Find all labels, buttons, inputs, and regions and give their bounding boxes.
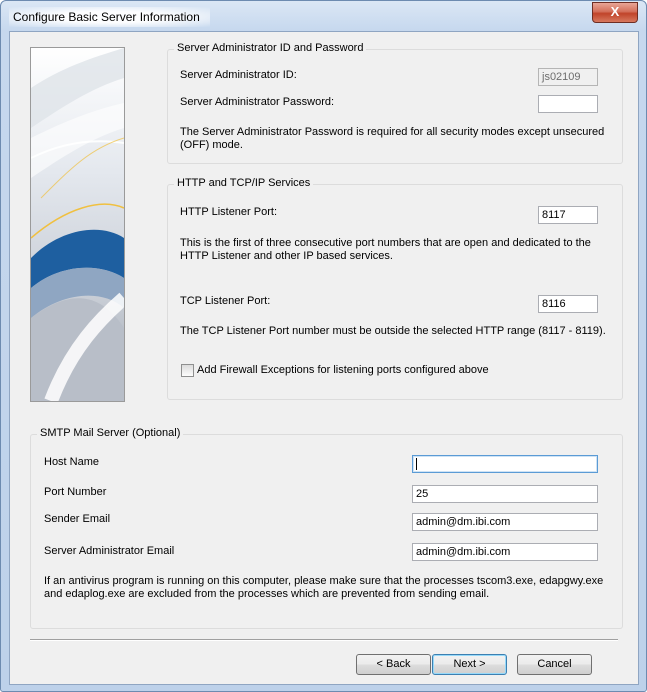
port-number-field[interactable]: 25	[412, 485, 598, 503]
next-button[interactable]: Next >	[432, 654, 507, 675]
admin-id-field[interactable]: js02109	[538, 68, 598, 86]
http-tcp-services-group: HTTP and TCP/IP Services HTTP Listener P…	[167, 177, 623, 400]
admin-password-field[interactable]	[538, 95, 598, 113]
http-port-note: This is the first of three consecutive p…	[180, 237, 591, 262]
firewall-exceptions-checkbox[interactable]	[181, 364, 194, 377]
text-caret	[416, 458, 417, 471]
admin-email-label: Server Administrator Email	[44, 545, 175, 557]
title-bar[interactable]: Configure Basic Server Information X	[1, 1, 646, 31]
close-button[interactable]: X	[592, 2, 638, 23]
smtp-group-legend: SMTP Mail Server (Optional)	[37, 427, 184, 439]
dialog-client-area: Server Administrator ID and Password Ser…	[9, 31, 639, 685]
sender-email-field[interactable]: admin@dm.ibi.com	[412, 513, 598, 531]
admin-id-label: Server Administrator ID:	[180, 69, 297, 81]
http-port-label: HTTP Listener Port:	[180, 206, 277, 218]
admin-credentials-group: Server Administrator ID and Password Ser…	[167, 42, 623, 164]
tcp-port-label: TCP Listener Port:	[180, 295, 271, 307]
smtp-mail-server-group: SMTP Mail Server (Optional) Host Name Po…	[30, 427, 623, 629]
close-icon: X	[610, 4, 620, 19]
window-title: Configure Basic Server Information	[9, 7, 210, 27]
tcp-port-note: The TCP Listener Port number must be out…	[180, 325, 606, 337]
admin-email-field[interactable]: admin@dm.ibi.com	[412, 543, 598, 561]
host-name-label: Host Name	[44, 456, 100, 468]
admin-group-legend: Server Administrator ID and Password	[174, 42, 367, 54]
sender-email-label: Sender Email	[44, 513, 111, 525]
back-button[interactable]: < Back	[356, 654, 431, 675]
button-separator	[30, 639, 618, 641]
antivirus-note: If an antivirus program is running on th…	[44, 575, 604, 600]
http-port-field[interactable]: 8117	[538, 206, 598, 224]
banner-waves-graphic	[31, 48, 124, 401]
cancel-button[interactable]: Cancel	[517, 654, 592, 675]
firewall-exceptions-label[interactable]: Add Firewall Exceptions for listening po…	[197, 364, 489, 376]
http-group-legend: HTTP and TCP/IP Services	[174, 177, 314, 189]
admin-password-note: The Server Administrator Password is req…	[180, 126, 605, 151]
port-number-label: Port Number	[44, 486, 107, 498]
decorative-banner-image	[30, 47, 125, 402]
dialog-window: Configure Basic Server Information X Ser…	[0, 0, 647, 692]
admin-password-label: Server Administrator Password:	[180, 96, 335, 108]
tcp-port-field[interactable]: 8116	[538, 295, 598, 313]
host-name-field[interactable]	[412, 455, 598, 473]
